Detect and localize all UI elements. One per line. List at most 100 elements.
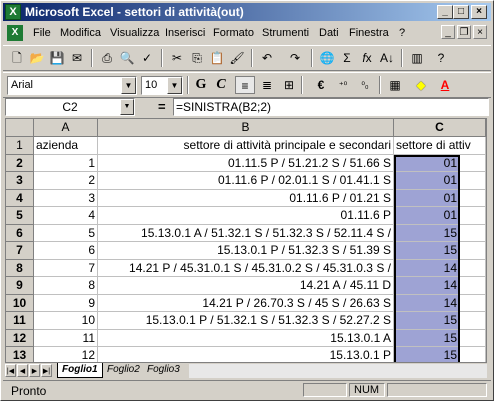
cell-blank[interactable] [460, 347, 486, 362]
row-header[interactable]: 1 [6, 137, 34, 155]
cut-icon[interactable]: ✂ [167, 49, 187, 67]
first-sheet-icon[interactable]: |◀ [5, 364, 16, 377]
cell-settore[interactable]: 15.13.0.1 A / 51.32.1 S / 51.32.3 S / 52… [98, 224, 394, 242]
maximize-button[interactable]: □ [453, 5, 469, 19]
cell-c1[interactable]: settore di attiv [394, 137, 486, 155]
copy-icon[interactable]: ⎘ [187, 49, 207, 67]
menu-file[interactable]: File [33, 27, 51, 39]
cell-blank[interactable] [460, 154, 486, 172]
tab-foglio1[interactable]: Foglio1 [57, 363, 103, 378]
cell-settore-code[interactable]: 14 [394, 277, 460, 295]
name-box[interactable]: C2 ▼ [5, 98, 135, 116]
cell-settore-code[interactable]: 01 [394, 172, 460, 190]
cell-settore-code[interactable]: 01 [394, 207, 460, 225]
menu-dati[interactable]: Dati [319, 27, 339, 39]
align-left-icon[interactable]: ≡ [235, 76, 255, 94]
cell-settore-code[interactable]: 15 [394, 312, 460, 330]
cell-a1[interactable]: azienda [34, 137, 98, 155]
cell-azienda[interactable]: 1 [34, 154, 98, 172]
open-icon[interactable]: 📂 [27, 49, 47, 67]
row-header[interactable]: 13 [6, 347, 34, 362]
last-sheet-icon[interactable]: ▶| [41, 364, 52, 377]
save-icon[interactable]: 💾 [47, 49, 67, 67]
cell-settore[interactable]: 14.21 A / 45.11 D [98, 277, 394, 295]
cell-settore[interactable]: 14.21 P / 45.31.0.1 S / 45.31.0.2 S / 45… [98, 259, 394, 277]
cell-blank[interactable] [460, 242, 486, 260]
next-sheet-icon[interactable]: ▶ [29, 364, 40, 377]
help-icon[interactable]: ? [431, 49, 451, 67]
formula-input[interactable]: =SINISTRA(B2;2) [173, 98, 489, 116]
row-header[interactable]: 3 [6, 172, 34, 190]
bold-button[interactable]: G [191, 76, 211, 94]
hyperlink-icon[interactable]: 🌐 [317, 49, 337, 67]
row-header[interactable]: 4 [6, 189, 34, 207]
format-painter-icon[interactable]: 🖌 [227, 49, 247, 67]
menu-visualizza[interactable]: Visualizza [110, 27, 159, 39]
cell-settore-code[interactable]: 15 [394, 329, 460, 347]
cell-settore-code[interactable]: 14 [394, 294, 460, 312]
row-header[interactable]: 5 [6, 207, 34, 225]
borders-icon[interactable]: ▦ [385, 76, 405, 94]
row-header[interactable]: 6 [6, 224, 34, 242]
font-size-select[interactable]: 10 ▼ [141, 76, 183, 95]
cell-azienda[interactable]: 4 [34, 207, 98, 225]
chevron-down-icon[interactable]: ▼ [167, 77, 182, 94]
prev-sheet-icon[interactable]: ◀ [17, 364, 28, 377]
cell-settore[interactable]: 14.21 P / 26.70.3 S / 45 S / 26.63 S [98, 294, 394, 312]
function-icon[interactable]: fx [357, 49, 377, 67]
column-header-c[interactable]: C [394, 119, 486, 137]
fill-color-icon[interactable]: ◆ [411, 76, 431, 94]
merge-center-icon[interactable]: ⊞ [279, 76, 299, 94]
cell-blank[interactable] [460, 312, 486, 330]
cell-settore-code[interactable]: 14 [394, 259, 460, 277]
cell-settore[interactable]: 01.11.6 P [98, 207, 394, 225]
menu-strumenti[interactable]: Strumenti [262, 27, 309, 39]
sort-ascending-icon[interactable]: A↓ [377, 49, 397, 67]
tab-foglio3[interactable]: Foglio3 [143, 363, 184, 378]
menu-help[interactable]: ? [399, 27, 405, 39]
tab-foglio2[interactable]: Foglio2 [103, 363, 144, 378]
chevron-down-icon[interactable]: ▼ [121, 77, 136, 94]
menu-modifica[interactable]: Modifica [60, 27, 101, 39]
row-header[interactable]: 8 [6, 259, 34, 277]
cell-azienda[interactable]: 11 [34, 329, 98, 347]
cell-settore[interactable]: 15.13.0.1 P / 51.32.3 S / 51.39 S [98, 242, 394, 260]
cell-azienda[interactable]: 12 [34, 347, 98, 362]
autosum-icon[interactable]: Σ [337, 49, 357, 67]
row-header[interactable]: 9 [6, 277, 34, 295]
italic-button[interactable]: C [211, 76, 231, 94]
cell-settore[interactable]: 15.13.0.1 P [98, 347, 394, 362]
cell-blank[interactable] [460, 207, 486, 225]
row-header[interactable]: 2 [6, 154, 34, 172]
cell-azienda[interactable]: 3 [34, 189, 98, 207]
euro-icon[interactable]: € [311, 76, 331, 94]
menu-inserisci[interactable]: Inserisci [165, 27, 205, 39]
cell-azienda[interactable]: 9 [34, 294, 98, 312]
workbook-icon[interactable]: X [7, 25, 23, 41]
increase-decimal-icon[interactable]: ⁺⁰ [333, 76, 353, 94]
cell-settore[interactable]: 15.13.0.1 P / 51.32.1 S / 51.32.3 S / 52… [98, 312, 394, 330]
cell-settore-code[interactable]: 01 [394, 154, 460, 172]
cell-b1[interactable]: settore di attività principale e seconda… [98, 137, 394, 155]
cell-azienda[interactable]: 7 [34, 259, 98, 277]
cell-settore-code[interactable]: 15 [394, 224, 460, 242]
email-icon[interactable]: ✉ [67, 49, 87, 67]
doc-restore-button[interactable]: ❐ [457, 25, 471, 39]
cell-blank[interactable] [460, 172, 486, 190]
cell-blank[interactable] [460, 329, 486, 347]
cell-blank[interactable] [460, 259, 486, 277]
cell-settore[interactable]: 01.11.5 P / 51.21.2 S / 51.66 S [98, 154, 394, 172]
horizontal-scrollbar[interactable] [189, 364, 487, 378]
cell-settore[interactable]: 01.11.6 P / 02.01.1 S / 01.41.1 S [98, 172, 394, 190]
chart-wizard-icon[interactable]: ▥ [407, 49, 427, 67]
cell-blank[interactable] [460, 294, 486, 312]
column-header-a[interactable]: A [34, 119, 98, 137]
cell-azienda[interactable]: 2 [34, 172, 98, 190]
undo-icon[interactable]: ↶ [257, 49, 277, 67]
cell-azienda[interactable]: 5 [34, 224, 98, 242]
redo-icon[interactable]: ↷ [285, 49, 305, 67]
column-header-b[interactable]: B [98, 119, 394, 137]
row-header[interactable]: 12 [6, 329, 34, 347]
font-color-icon[interactable]: A [435, 76, 455, 94]
row-header[interactable]: 10 [6, 294, 34, 312]
